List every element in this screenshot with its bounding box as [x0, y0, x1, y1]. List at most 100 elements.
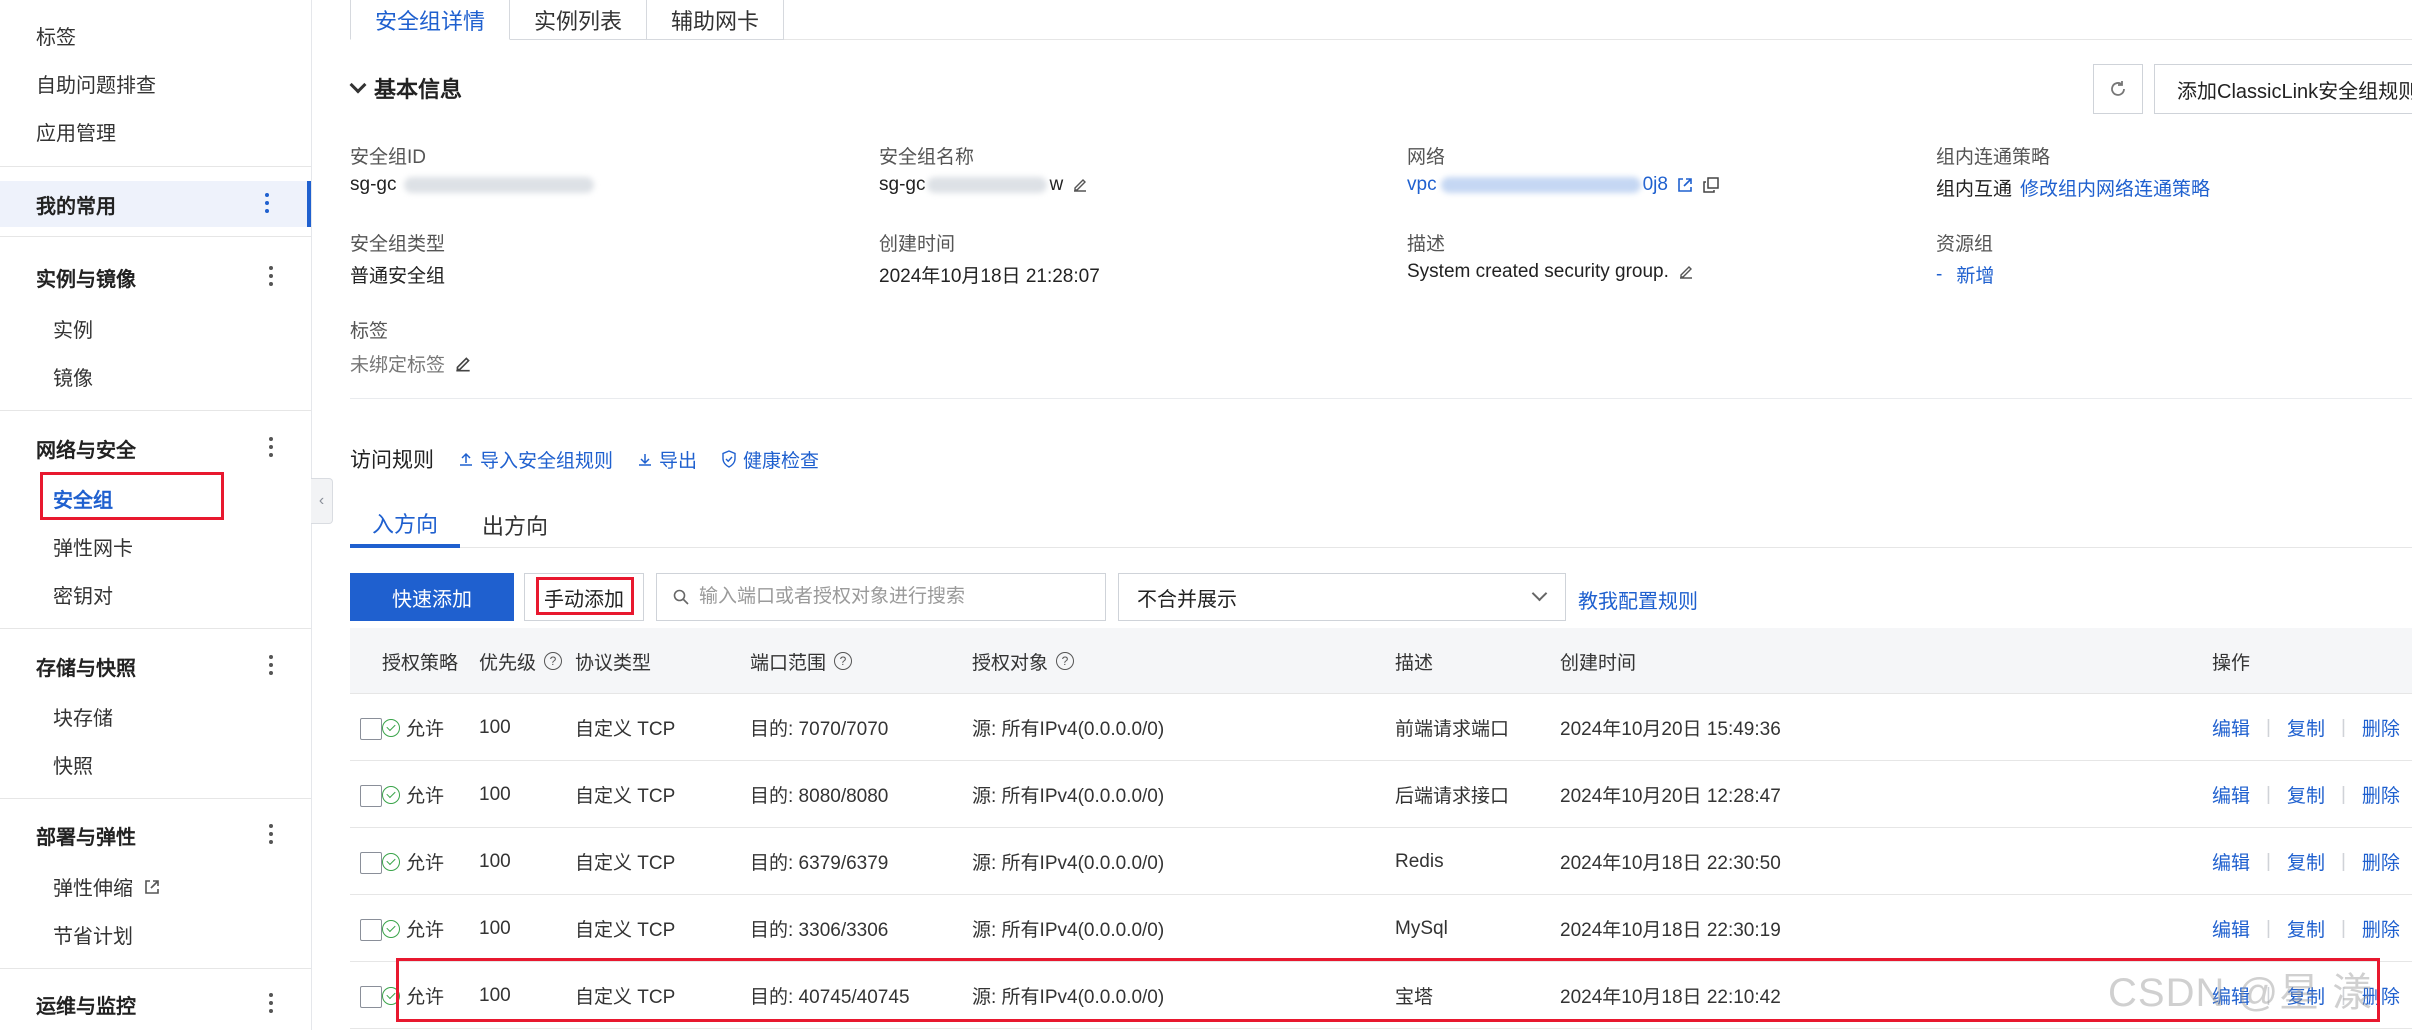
sidebar-item-eni[interactable]: 弹性网卡: [53, 532, 133, 561]
refresh-icon: [2111, 81, 2125, 96]
sidebar-divider: [0, 798, 311, 799]
protocol-cell: 自定义 TCP: [575, 786, 676, 807]
edit-button[interactable]: 编辑: [2212, 848, 2250, 875]
merge-display-select[interactable]: 不合并展示: [1118, 573, 1566, 621]
sidebar-item-auto-scaling[interactable]: 弹性伸缩: [53, 872, 161, 901]
sidebar-item-savings-plan[interactable]: 节省计划: [53, 920, 133, 949]
edit-button[interactable]: 编辑: [2212, 781, 2250, 808]
help-icon[interactable]: ?: [834, 652, 853, 670]
quick-add-button[interactable]: 快速添加: [350, 573, 514, 621]
copy-icon[interactable]: [1702, 176, 1720, 194]
created-cell: 2024年10月20日 12:28:47: [1560, 786, 1781, 807]
tags-value: 未绑定标签: [350, 350, 473, 377]
sidebar-item-keypairs[interactable]: 密钥对: [53, 580, 113, 609]
tab-secondary-eni[interactable]: 辅助网卡: [647, 0, 785, 40]
sidebar-group-network-security[interactable]: 网络与安全: [0, 425, 311, 471]
export-link[interactable]: 导出: [637, 446, 697, 473]
redacted-value: [927, 177, 1048, 193]
rules-toolbar: 快速添加 手动添加 不合并展示 教我配置规则: [350, 573, 2412, 621]
sidebar-item-block-storage[interactable]: 块存储: [53, 702, 113, 731]
chevron-down-icon: [1531, 585, 1548, 602]
sidebar-group-storage-snapshots[interactable]: 存储与快照: [0, 643, 311, 689]
sidebar-group-deployment-elasticity[interactable]: 部署与弹性: [0, 812, 311, 858]
refresh-button[interactable]: [2093, 64, 2143, 114]
copy-button[interactable]: 复制: [2287, 915, 2325, 942]
sidebar-link-troubleshoot[interactable]: 自助问题排查: [36, 69, 156, 98]
delete-button[interactable]: 删除: [2362, 781, 2400, 808]
copy-button[interactable]: 复制: [2287, 714, 2325, 741]
delete-button[interactable]: 删除: [2362, 915, 2400, 942]
tab-instance-list[interactable]: 实例列表: [510, 0, 648, 40]
resource-group-value: - 新增: [1936, 261, 1994, 288]
edit-button[interactable]: 编辑: [2212, 714, 2250, 741]
more-vertical-icon[interactable]: [269, 437, 273, 457]
port-cell: 目的: 8080/8080: [750, 786, 889, 807]
table-row: 允许 100 自定义 TCP 目的: 6379/6379 源: 所有IPv4(0…: [350, 828, 2412, 895]
sidebar-item-snapshots[interactable]: 快照: [53, 750, 93, 779]
sidebar-group-favorites[interactable]: 我的常用: [0, 181, 311, 227]
row-checkbox[interactable]: [360, 718, 382, 740]
tab-outbound[interactable]: 出方向: [460, 502, 570, 548]
column-header: 描述: [1395, 628, 1433, 694]
port-cell: 目的: 7070/7070: [750, 719, 889, 740]
check-circle-icon: [382, 919, 400, 938]
check-circle-icon: [382, 718, 400, 737]
created-time-label: 创建时间: [879, 234, 956, 255]
delete-button[interactable]: 删除: [2362, 714, 2400, 741]
sidebar-group-ops-monitoring[interactable]: 运维与监控: [0, 981, 311, 1027]
port-cell: 目的: 3306/3306: [750, 920, 889, 941]
vpc-link-suffix[interactable]: 0j8: [1643, 174, 1668, 196]
sidebar-link-app-management[interactable]: 应用管理: [36, 117, 116, 146]
more-vertical-icon[interactable]: [269, 824, 273, 844]
more-vertical-icon[interactable]: [269, 266, 273, 286]
help-icon[interactable]: ?: [544, 652, 563, 670]
edit-icon[interactable]: [1071, 176, 1089, 194]
vpc-link[interactable]: vpc: [1407, 174, 1437, 196]
table-row: 允许 100 自定义 TCP 目的: 8080/8080 源: 所有IPv4(0…: [350, 761, 2412, 828]
sidebar-item-images[interactable]: 镜像: [53, 362, 93, 391]
sidebar-link-tags[interactable]: 标签: [36, 21, 76, 50]
delete-button[interactable]: 删除: [2362, 848, 2400, 875]
rules-search: [656, 573, 1106, 621]
edit-icon[interactable]: [1677, 263, 1695, 281]
basic-info-toggle[interactable]: 基本信息: [349, 72, 463, 104]
row-checkbox[interactable]: [360, 986, 382, 1008]
help-icon[interactable]: ?: [1056, 652, 1075, 670]
sidebar-group-instances-images[interactable]: 实例与镜像: [0, 254, 311, 300]
external-link-icon[interactable]: [1676, 176, 1694, 194]
health-check-link[interactable]: 健康检查: [721, 446, 819, 473]
import-rules-label: 导入安全组规则: [480, 450, 614, 472]
search-input[interactable]: [699, 586, 1099, 608]
row-checkbox[interactable]: [360, 852, 382, 874]
row-checkbox[interactable]: [360, 785, 382, 807]
sg-name-label: 安全组名称: [879, 147, 975, 168]
redacted-value: [1440, 177, 1641, 193]
row-checkbox[interactable]: [360, 919, 382, 941]
description-cell: Redis: [1395, 850, 1444, 872]
more-vertical-icon[interactable]: [269, 993, 273, 1013]
add-resource-group-link[interactable]: 新增: [1956, 261, 1994, 288]
edit-button[interactable]: 编辑: [2212, 915, 2250, 942]
section-title: 基本信息: [374, 77, 463, 102]
add-classiclink-rule-button[interactable]: 添加ClassicLink安全组规则: [2154, 64, 2412, 114]
tab-inbound[interactable]: 入方向: [350, 502, 461, 548]
tab-security-group-details[interactable]: 安全组详情: [350, 0, 511, 40]
copy-button[interactable]: 复制: [2287, 781, 2325, 808]
modify-intra-policy-link[interactable]: 修改组内网络连通策略: [2020, 174, 2210, 201]
sidebar-group-label: 运维与监控: [36, 995, 136, 1018]
policy-text: 允许: [406, 719, 445, 740]
created-time-value: 2024年10月18日 21:28:07: [879, 266, 1100, 287]
sidebar-item-instances[interactable]: 实例: [53, 314, 93, 343]
import-rules-link[interactable]: 导入安全组规则: [458, 446, 613, 473]
column-header: 授权策略: [382, 628, 458, 694]
column-header-label: 优先级: [479, 652, 537, 674]
more-vertical-icon[interactable]: [265, 193, 269, 213]
copy-button[interactable]: 复制: [2287, 848, 2325, 875]
sidebar-divider: [0, 236, 311, 237]
tags-label: 标签: [350, 321, 389, 342]
more-vertical-icon[interactable]: [269, 655, 273, 675]
created-cell: 2024年10月18日 22:30:19: [1560, 920, 1781, 941]
policy-text: 允许: [406, 786, 445, 807]
configure-rules-help-link[interactable]: 教我配置规则: [1578, 585, 1698, 614]
edit-icon[interactable]: [453, 354, 473, 374]
